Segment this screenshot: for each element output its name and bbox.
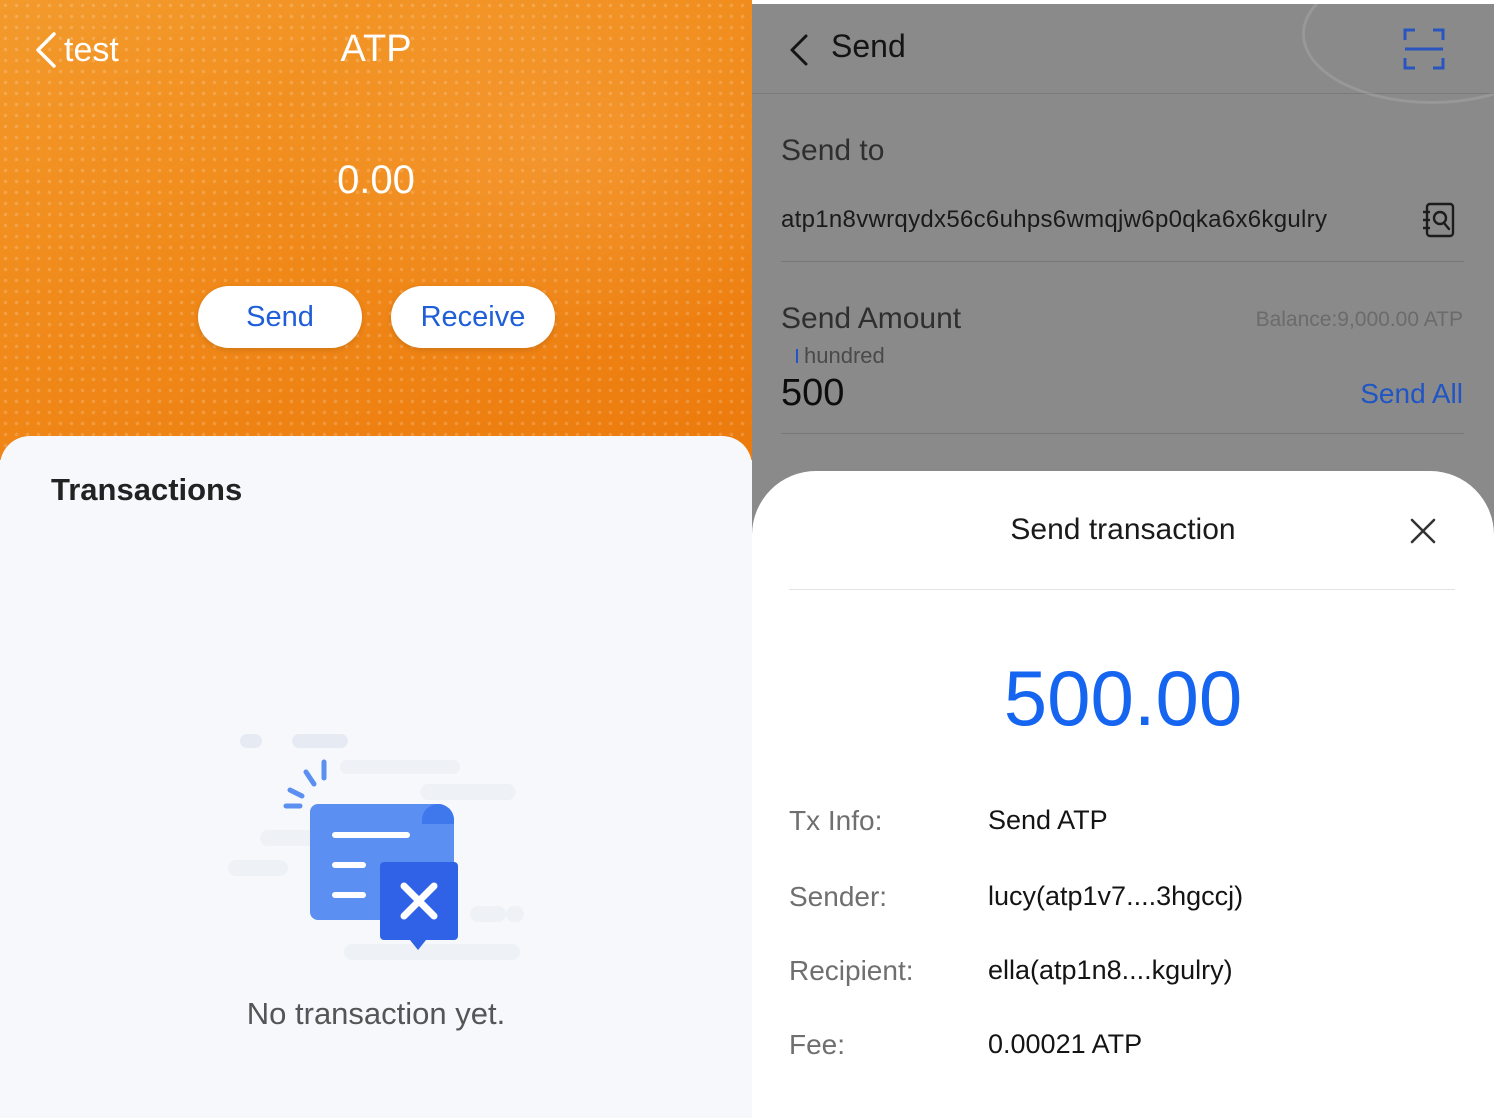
empty-state-text: No transaction yet. [246,996,506,1031]
unit-hint-text: hundred [804,343,885,368]
info-key: Tx Info: [789,805,883,836]
divider [781,433,1464,434]
transaction-amount: 500.00 [1003,654,1243,742]
recipient-address-field[interactable]: atp1n8vwrqydx56c6uhps6wmqjw6p0qka6x6kgul… [781,206,1327,234]
nav-bar: Send [752,0,1494,104]
info-key: Recipient: [789,955,914,986]
close-icon[interactable] [1409,517,1437,545]
send-all-button[interactable]: Send All [1360,378,1463,410]
wallet-screen: test ATP 0.00 Send Receive Transactions [0,0,752,1118]
address-book-icon[interactable] [1422,202,1456,238]
chevron-left-icon[interactable] [788,30,810,70]
send-amount-label: Send Amount [781,302,962,335]
send-transaction-sheet: Send transaction 500.00 Tx Info: Send AT… [752,471,1494,1118]
send-button[interactable]: Send [198,286,362,348]
transactions-panel: Transactions No transaction yet. [0,436,752,1118]
send-to-label: Send to [781,134,885,167]
divider [781,261,1464,262]
page-title: ATP [340,28,412,70]
info-value: 0.00021 ATP [988,1029,1143,1059]
info-value: Send ATP [988,805,1108,835]
unit-hint: hundred [796,343,885,369]
info-key: Fee: [789,1029,846,1060]
send-screen: Send Send to atp1n8vwrqydx56c6uhps6wmqjw… [752,0,1494,1118]
info-row-recipient: Recipient: ella(atp1n8....kgulry) [789,955,1469,995]
sheet-title: Send transaction [1010,513,1236,546]
info-key: Sender: [789,881,888,912]
amount-input[interactable]: 500 [781,372,844,415]
receive-button[interactable]: Receive [391,286,555,348]
info-row-sender: Sender: lucy(atp1v7....3hgccj) [789,881,1469,921]
info-row-fee: Fee: 0.00021 ATP [789,1029,1469,1069]
page-title: Send [831,28,906,64]
available-balance: Balance:9,000.00 ATP [1255,308,1463,331]
swirl-decoration [1302,0,1494,104]
info-value: lucy(atp1v7....3hgccj) [988,881,1244,911]
scan-qr-icon[interactable] [1403,28,1445,70]
token-header: test ATP 0.00 Send Receive [0,0,752,460]
info-value: ella(atp1n8....kgulry) [988,955,1233,985]
divider [789,589,1455,590]
transactions-heading: Transactions [51,472,243,507]
token-balance: 0.00 [337,158,415,202]
info-row-tx-info: Tx Info: Send ATP [789,805,1469,845]
empty-receipt-icon [228,734,524,960]
